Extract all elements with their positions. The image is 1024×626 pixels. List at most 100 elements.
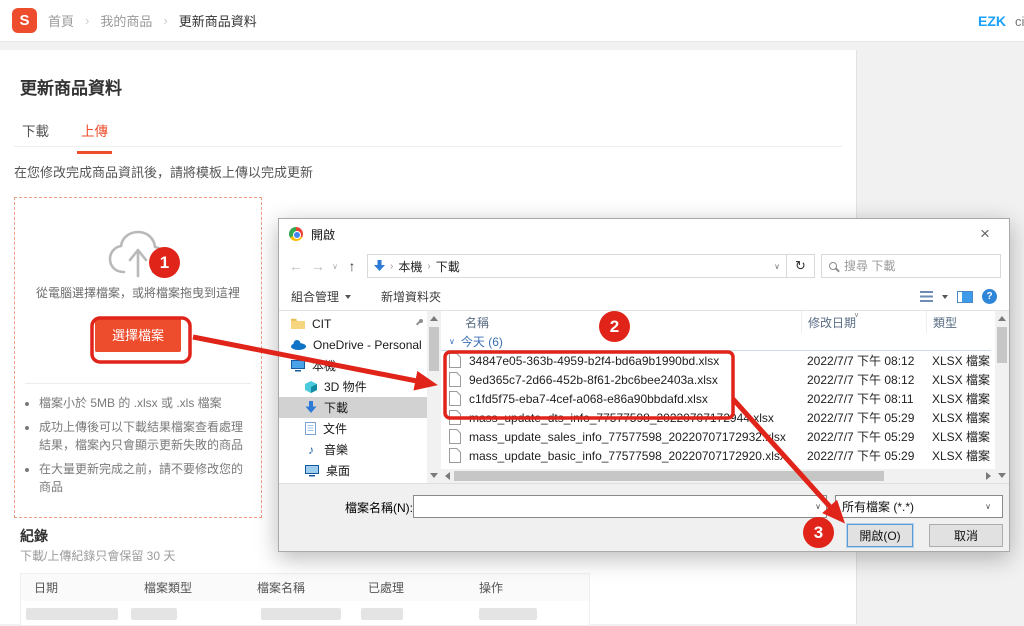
file-name: 34847e05-363b-4959-b2f4-bd6a9b1990bd.xls… (469, 354, 801, 368)
back-icon[interactable]: ← (285, 258, 307, 274)
filename-combo[interactable]: ∨ (413, 495, 827, 518)
account-area[interactable]: EZK cite (978, 13, 1024, 29)
view-dropdown-icon[interactable] (942, 295, 948, 299)
cube-icon (305, 381, 317, 393)
sidebar-label: 音樂 (324, 441, 348, 458)
record-placeholder (261, 608, 341, 620)
list-view-icon[interactable] (920, 291, 933, 302)
scroll-up-icon[interactable] (998, 316, 1006, 321)
file-name: mass_update_dts_info_77577598_2022070717… (469, 411, 801, 425)
group-header-today[interactable]: ∨ 今天 (6) (441, 333, 991, 351)
chevron-down-icon[interactable]: ∨ (810, 502, 826, 511)
breadcrumb-my-products[interactable]: 我的商品 (100, 11, 152, 30)
file-type: XLSX 檔案 (926, 409, 995, 426)
pin-icon (415, 319, 424, 328)
file-row[interactable]: mass_update_basic_info_77577598_20220707… (441, 446, 995, 465)
horizontal-scrollbar[interactable] (441, 469, 995, 483)
search-box[interactable] (821, 254, 1001, 278)
search-input[interactable] (844, 259, 964, 273)
scroll-down-icon[interactable] (430, 473, 438, 478)
sidebar-item-desktop[interactable]: 桌面 (279, 460, 427, 481)
sidebar-scrollbar[interactable] (427, 311, 441, 483)
file-row[interactable]: mass_update_sales_info_77577598_20220707… (441, 427, 995, 446)
sidebar-label: 桌面 (326, 462, 350, 479)
annotation-step-2: 2 (599, 311, 630, 342)
column-header-date[interactable]: 修改日期 ∨ (801, 311, 926, 333)
help-icon[interactable]: ? (982, 289, 997, 304)
file-name: c1fd5f75-eba7-4cef-a068-e86a90bbdafd.xls… (469, 392, 801, 406)
records-table: 日期 檔案類型 檔案名稱 已處理 操作 (20, 573, 590, 626)
scroll-left-icon[interactable] (445, 472, 450, 480)
computer-icon (291, 360, 305, 372)
dialog-titlebar[interactable]: 開啟 × (279, 219, 1009, 249)
sidebar-item-music[interactable]: ♪ 音樂 (279, 439, 427, 460)
cancel-button[interactable]: 取消 (929, 524, 1003, 547)
scroll-right-icon[interactable] (986, 472, 991, 480)
scroll-down-icon[interactable] (998, 473, 1006, 478)
address-chevron-icon[interactable]: ∨ (774, 262, 780, 271)
refresh-button[interactable]: ↻ (787, 254, 815, 278)
tab-download[interactable]: 下載 (22, 120, 49, 154)
file-row[interactable]: 9ed365c7-2d66-452b-8f61-2bc6bee2403a.xls… (441, 370, 995, 389)
sidebar-item-cit[interactable]: CIT (279, 313, 427, 334)
account-brand: EZK (978, 13, 1006, 29)
file-list-scrollbar[interactable] (995, 311, 1009, 483)
up-icon[interactable]: ↑ (341, 258, 363, 274)
forward-icon[interactable]: → (307, 258, 329, 274)
sidebar-item-this-pc[interactable]: 本機 (279, 355, 427, 376)
sidebar-item-downloads[interactable]: 下載 (279, 397, 427, 418)
file-row[interactable]: 34847e05-363b-4959-b2f4-bd6a9b1990bd.xls… (441, 351, 995, 370)
tab-upload[interactable]: 上傳 (81, 120, 108, 154)
tab-divider (14, 146, 842, 147)
scroll-up-icon[interactable] (430, 316, 438, 321)
upload-divider (25, 383, 251, 384)
downloads-folder-icon (374, 260, 385, 273)
breadcrumb-current: 更新商品資料 (179, 11, 257, 30)
dropzone-hint: 從電腦選擇檔案，或將檔案拖曳到這裡 (15, 284, 261, 301)
organize-dropdown-icon[interactable] (345, 295, 351, 299)
sidebar-label: CIT (312, 317, 331, 331)
choose-file-button[interactable]: 選擇檔案 (95, 317, 181, 352)
close-icon[interactable]: × (971, 224, 999, 244)
scrollbar-thumb[interactable] (429, 327, 439, 371)
sidebar-label: OneDrive - Personal (313, 338, 422, 352)
filename-label: 檔案名稱(N): (345, 499, 413, 516)
music-icon: ♪ (305, 443, 317, 457)
filetype-filter-select[interactable]: 所有檔案 (*.*) ∨ (835, 495, 1003, 518)
file-date: 2022/7/7 下午 05:29 (801, 409, 926, 426)
upload-dropzone[interactable]: 從電腦選擇檔案，或將檔案拖曳到這裡 選擇檔案 檔案小於 5MB 的 .xlsx … (14, 197, 262, 518)
sidebar-item-documents[interactable]: 文件 (279, 418, 427, 439)
records-col-processed: 已處理 (355, 579, 466, 596)
sidebar-item-onedrive[interactable]: OneDrive - Personal (279, 334, 427, 355)
path-downloads[interactable]: 下載 (436, 258, 460, 275)
organize-button[interactable]: 組合管理 (291, 288, 339, 305)
dialog-toolbar: 組合管理 新增資料夾 ? (279, 283, 1009, 311)
open-button[interactable]: 開啟(O) (847, 524, 913, 547)
upload-notes: 檔案小於 5MB 的 .xlsx 或 .xls 檔案 成功上傳後可以下載結果檔案… (23, 394, 251, 496)
scrollbar-thumb[interactable] (997, 327, 1007, 363)
path-separator: › (390, 261, 393, 272)
file-icon (449, 448, 461, 463)
file-row[interactable]: c1fd5f75-eba7-4cef-a068-e86a90bbdafd.xls… (441, 389, 995, 408)
group-collapse-icon[interactable]: ∨ (449, 337, 455, 346)
preview-pane-icon[interactable] (957, 291, 973, 303)
file-date: 2022/7/7 下午 05:29 (801, 428, 926, 445)
filetype-filter-value: 所有檔案 (*.*) (842, 498, 914, 515)
shopee-logo-icon[interactable]: S (12, 8, 37, 33)
column-header-type[interactable]: 類型 (926, 311, 995, 333)
download-icon (305, 401, 317, 414)
sort-indicator-icon: ∨ (854, 311, 859, 319)
file-row[interactable]: mass_update_dts_info_77577598_2022070717… (441, 408, 995, 427)
file-icon (449, 372, 461, 387)
new-folder-button[interactable]: 新增資料夾 (381, 288, 441, 305)
dialog-footer: 檔案名稱(N): ∨ 所有檔案 (*.*) ∨ 開啟(O) 取消 (279, 483, 1009, 551)
records-col-action: 操作 (466, 579, 589, 596)
history-chevron-icon[interactable]: ∨ (329, 262, 341, 271)
filename-input[interactable] (414, 496, 810, 517)
path-this-pc[interactable]: 本機 (398, 258, 422, 275)
address-bar[interactable]: › 本機 › 下載 ∨ (367, 254, 787, 278)
dialog-body: CIT OneDrive - Personal 本機 (279, 311, 1009, 483)
sidebar-item-3d-objects[interactable]: 3D 物件 (279, 376, 427, 397)
scrollbar-thumb[interactable] (454, 471, 884, 481)
breadcrumb-home[interactable]: 首頁 (48, 11, 74, 30)
